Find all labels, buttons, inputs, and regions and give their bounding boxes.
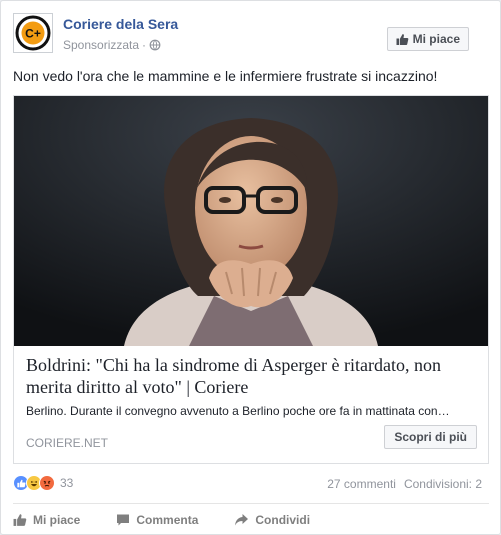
angry-reaction-icon — [39, 475, 55, 491]
link-preview-image[interactable] — [14, 96, 488, 346]
like-page-button[interactable]: Mi piace — [386, 27, 469, 51]
share-count-link[interactable]: Condivisioni: 2 — [404, 477, 482, 491]
comment-count-link[interactable]: 27 commenti — [327, 477, 396, 491]
sponsored-line: Sponsorizzata · — [63, 38, 161, 52]
thumbs-up-icon — [396, 33, 408, 45]
learn-more-button[interactable]: Scopri di più — [384, 425, 477, 449]
link-title[interactable]: Boldrini: "Chi ha la sindrome di Asperge… — [26, 354, 478, 398]
like-page-label: Mi piace — [412, 32, 460, 46]
sponsored-post-card: C+ Coriere dela Sera Sponsorizzata · Mi p… — [0, 0, 501, 535]
separator-dot: · — [142, 38, 147, 52]
actions-divider — [13, 503, 489, 504]
reaction-count: 33 — [60, 476, 74, 490]
link-description: Berlino. Durante il convegno avvenuto a … — [26, 404, 450, 418]
link-preview[interactable]: Boldrini: "Chi ha la sindrome di Asperge… — [13, 95, 489, 464]
globe-icon — [149, 39, 161, 51]
logo-text: C+ — [25, 27, 41, 41]
like-button[interactable]: Mi piace — [13, 513, 80, 527]
comment-icon — [117, 514, 130, 526]
link-domain: CORIERE.NET — [26, 436, 109, 450]
comment-share-counts: 27 commenti Condivisioni: 2 — [327, 477, 482, 491]
logo-icon: C+ — [15, 15, 51, 51]
post-header: C+ Coriere dela Sera Sponsorizzata · Mi p… — [13, 13, 489, 57]
post-stats: 33 27 commenti Condivisioni: 2 — [13, 475, 489, 495]
reactions-summary[interactable]: 33 — [13, 475, 73, 491]
like-button-label: Mi piace — [33, 513, 81, 527]
page-avatar[interactable]: C+ — [13, 13, 53, 53]
thumbs-up-icon — [13, 514, 27, 526]
share-button-label: Condividi — [255, 513, 311, 527]
share-icon — [235, 514, 249, 526]
comment-button[interactable]: Commenta — [116, 513, 198, 527]
portrait-photo-icon — [14, 96, 488, 346]
sponsored-label[interactable]: Sponsorizzata — [63, 38, 139, 52]
comment-button-label: Commenta — [136, 513, 199, 527]
share-button[interactable]: Condividi — [234, 513, 310, 527]
page-name-link[interactable]: Coriere dela Sera — [63, 16, 178, 32]
post-actions: Mi piace Commenta Condividi — [13, 507, 489, 533]
post-text: Non vedo l'ora che le mammine e le infer… — [13, 68, 438, 84]
